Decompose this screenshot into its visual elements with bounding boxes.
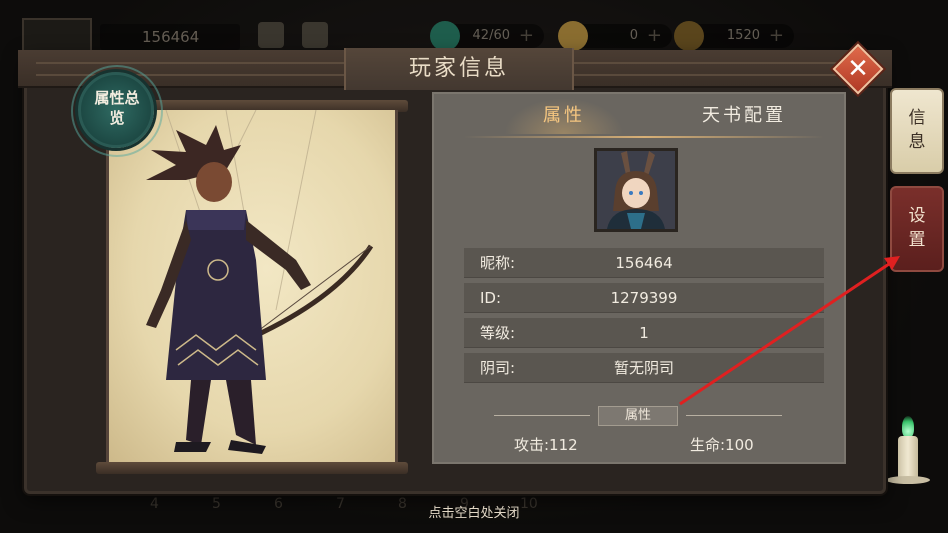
character-scroll	[96, 96, 408, 516]
row-label: 阴司:	[480, 359, 516, 377]
close-hint: 点击空白处关闭	[428, 506, 520, 521]
row-label: 等级:	[480, 324, 516, 342]
side-tab-info[interactable]: 信息	[890, 88, 944, 174]
player-avatar[interactable]	[594, 148, 678, 232]
attack-stat: 攻击:112	[514, 436, 578, 454]
side-tab-info-label: 信息	[908, 108, 926, 152]
info-row-nickname: 昵称: 156464	[464, 248, 824, 278]
tab-underline	[464, 136, 824, 138]
avatar-image	[597, 151, 675, 229]
attribute-overview-button[interactable]: 属性总览	[71, 65, 163, 157]
row-value: 156464	[615, 254, 673, 272]
close-icon: ✕	[847, 54, 869, 84]
row-value: 1	[639, 324, 649, 342]
tab-attributes[interactable]: 属性	[504, 98, 624, 134]
info-row-id: ID: 1279399	[464, 283, 824, 313]
info-row-faction: 阴司: 暂无阴司	[464, 353, 824, 383]
tab-book-config[interactable]: 天书配置	[684, 98, 804, 134]
info-row-level: 等级: 1	[464, 318, 824, 348]
attribute-overview-label: 属性总览	[94, 89, 140, 127]
health-stat: 生命:100	[690, 436, 754, 454]
row-value: 1279399	[610, 289, 678, 307]
attributes-divider: 属性	[494, 406, 794, 426]
info-panel: 属性 天书配置 昵称: 156464 ID: 1279399 等级: 1 阴司:…	[432, 92, 846, 464]
row-label: 昵称:	[480, 254, 516, 272]
row-value: 暂无阴司	[613, 359, 674, 377]
shadow-puppet-figure	[146, 110, 374, 454]
side-tab-settings[interactable]: 设置	[890, 186, 944, 272]
side-tab-settings-label: 设置	[908, 206, 926, 250]
close-button[interactable]: ✕	[832, 43, 884, 95]
dialog-title: 玩家信息	[344, 48, 574, 90]
attributes-section-label: 属性	[598, 406, 678, 426]
row-label: ID:	[480, 289, 502, 307]
player-info-dialog: 玩家信息 ✕ 属性总览 属性 天书配置 昵称: 156464 ID: 12793…	[18, 43, 892, 494]
candle-right	[886, 414, 930, 484]
